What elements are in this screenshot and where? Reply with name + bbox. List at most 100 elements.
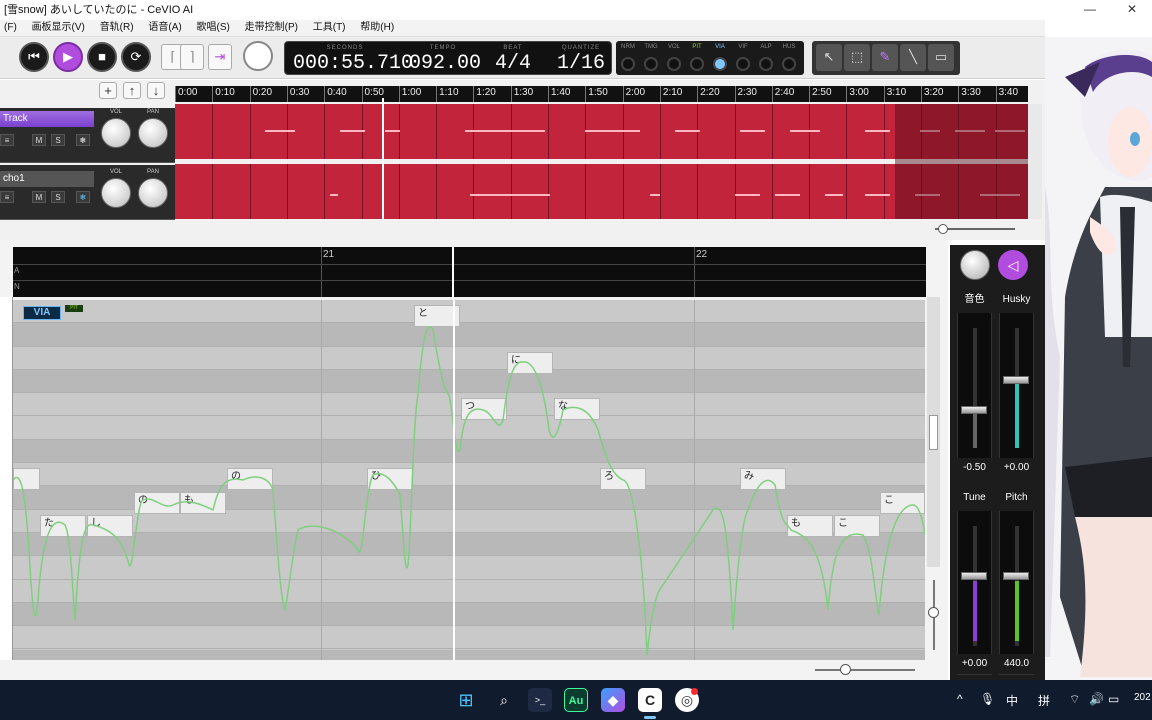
select-tool-icon[interactable]: ⬚ (844, 44, 870, 71)
mute-button[interactable]: M (32, 191, 46, 203)
fader-value: +0.00 (957, 654, 992, 674)
tempo-label: TEMPO (429, 45, 457, 51)
row-label-n: N (14, 282, 20, 291)
cevio-icon[interactable]: C (638, 688, 662, 712)
effect-toggle-nrm[interactable] (621, 57, 635, 71)
battery-icon[interactable]: ▭ (1108, 692, 1119, 706)
timeline-tick: 0:50 (361, 86, 384, 102)
menu-file[interactable]: (F) (0, 20, 25, 35)
windows-start-icon[interactable]: ⊞ (454, 688, 478, 712)
fader-handle[interactable] (1003, 572, 1029, 580)
add-track-button[interactable]: + (99, 82, 117, 99)
loop-icon[interactable]: ⟳ (121, 42, 151, 72)
volume-knob[interactable] (101, 178, 131, 208)
minimize-button[interactable]: — (1070, 0, 1110, 20)
editor-vzoom-thumb[interactable] (928, 607, 939, 618)
fader-title: Pitch (999, 485, 1034, 511)
track-header-cho1[interactable]: cho1 ≡ M S ❄ VOL PAN (0, 165, 175, 220)
menu-transport[interactable]: 走带控制(P) (241, 20, 306, 35)
timeline-tick: 2:50 (809, 86, 832, 102)
menu-tools[interactable]: 工具(T) (309, 20, 354, 35)
menu-bar: (F) 画板显示(V) 音轨(R) 语音(A) 歌唱(S) 走带控制(P) 工具… (0, 20, 1045, 37)
piano-roll[interactable]: VIA PIT と に つ な の ひ ろ み の も た し こ も こ (13, 300, 925, 660)
freeze-icon[interactable]: ❄ (76, 191, 90, 203)
timeline-ruler[interactable]: 0:00 0:10 0:20 0:30 0:40 0:50 1:00 1:10 1:20 1:30… (175, 86, 1028, 102)
fader-title: Husky (999, 287, 1034, 313)
beat-value[interactable]: 4/4 (491, 52, 535, 75)
menu-help[interactable]: 帮助(H) (356, 20, 402, 35)
effect-toggle-tmg[interactable] (644, 57, 658, 71)
track-header-track[interactable]: Track ≡ M S ❄ VOL PAN (0, 108, 175, 163)
play-icon[interactable]: ▶ (53, 42, 83, 72)
editor-hzoom-slider[interactable] (815, 669, 915, 671)
track-name[interactable]: cho1 (0, 171, 94, 187)
timeline-tick: 3:40 (995, 86, 1018, 102)
move-track-down-button[interactable]: ↓ (147, 82, 165, 99)
quantize-value[interactable]: 1/16 (551, 52, 611, 75)
effect-label-tmg: TMG (644, 44, 658, 50)
effect-toggle-hus[interactable] (782, 57, 796, 71)
volume-knob[interactable] (101, 118, 131, 148)
ime-language[interactable]: 中 (1006, 692, 1018, 709)
copilot-icon[interactable]: ◆ (601, 688, 625, 712)
effect-label-vif: VIF (738, 44, 748, 50)
mute-button[interactable]: M (32, 134, 46, 146)
arrow-tool-icon[interactable]: ↖ (816, 44, 842, 71)
skip-back-icon[interactable]: ⏮ (19, 42, 49, 72)
track-scrollbar[interactable] (1028, 104, 1042, 219)
effect-toggle-alp[interactable] (759, 57, 773, 71)
jump-icon[interactable]: ⇥ (208, 44, 232, 70)
move-track-up-button[interactable]: ↑ (123, 82, 141, 99)
microphone-icon[interactable]: 🎙 (980, 692, 995, 706)
zoom-dial-icon[interactable] (243, 41, 273, 71)
eraser-tool-icon[interactable]: ▭ (928, 44, 954, 71)
search-icon[interactable]: ⌕ (492, 688, 516, 712)
line-tool-icon[interactable]: ╲ (900, 44, 926, 71)
editor-hzoom-thumb[interactable] (840, 664, 851, 675)
menu-song[interactable]: 歌唱(S) (192, 20, 237, 35)
fader-handle[interactable] (961, 572, 987, 580)
tray-expand-icon[interactable]: ^ (957, 692, 963, 706)
speaker-icon[interactable]: ◁ (998, 250, 1028, 280)
clock[interactable]: 202 (1134, 692, 1151, 703)
timeline-tick: 0:30 (286, 86, 309, 102)
editor-vscroll-thumb[interactable] (929, 415, 938, 450)
menu-voice[interactable]: 语音(A) (144, 20, 189, 35)
ime-mode[interactable]: 拼 (1038, 692, 1050, 709)
solo-button[interactable]: S (51, 191, 65, 203)
close-button[interactable]: ✕ (1112, 0, 1152, 20)
wifi-icon[interactable]: ⌔ (1069, 692, 1080, 707)
stop-icon[interactable]: ■ (87, 42, 117, 72)
track-menu-button[interactable]: ≡ (0, 191, 14, 203)
track-name[interactable]: Track (0, 111, 94, 127)
timeline-tick: 3:10 (883, 86, 906, 102)
effect-toggle-vol[interactable] (667, 57, 681, 71)
pan-knob[interactable] (138, 178, 168, 208)
freeze-icon[interactable]: ❄ (76, 134, 90, 146)
title-bar: [雪snow] あいしていたのに - CeVIO AI (0, 0, 1152, 20)
track-zoom-thumb[interactable] (938, 224, 948, 234)
editor-playhead[interactable] (453, 300, 455, 660)
track-menu-button[interactable]: ≡ (0, 134, 14, 146)
effect-toggle-pit[interactable] (690, 57, 704, 71)
fader-handle[interactable] (961, 406, 987, 414)
emotion-knob[interactable] (960, 250, 990, 280)
volume-icon[interactable]: 🔊 (1089, 692, 1104, 706)
fader-handle[interactable] (1003, 376, 1029, 384)
pen-tool-icon[interactable]: ✎ (872, 44, 898, 71)
piano-keys[interactable] (0, 297, 13, 660)
effect-toggle-vif[interactable] (736, 57, 750, 71)
effect-toggle-via[interactable] (713, 57, 727, 71)
menu-view[interactable]: 画板显示(V) (28, 20, 93, 35)
audition-icon[interactable]: Au (564, 688, 588, 712)
solo-button[interactable]: S (51, 134, 65, 146)
menu-track[interactable]: 音轨(R) (96, 20, 142, 35)
pan-knob[interactable] (138, 118, 168, 148)
effect-label-hus: HUS (782, 44, 796, 50)
playhead[interactable] (382, 98, 384, 220)
marker-right-icon[interactable]: ⌉ (180, 44, 204, 70)
pitch-curve[interactable] (13, 300, 925, 660)
terminal-icon[interactable]: >_ (528, 688, 552, 712)
tempo-value[interactable]: 092.00 (405, 52, 485, 75)
editor-ruler[interactable]: 21 22 A N (13, 247, 926, 297)
